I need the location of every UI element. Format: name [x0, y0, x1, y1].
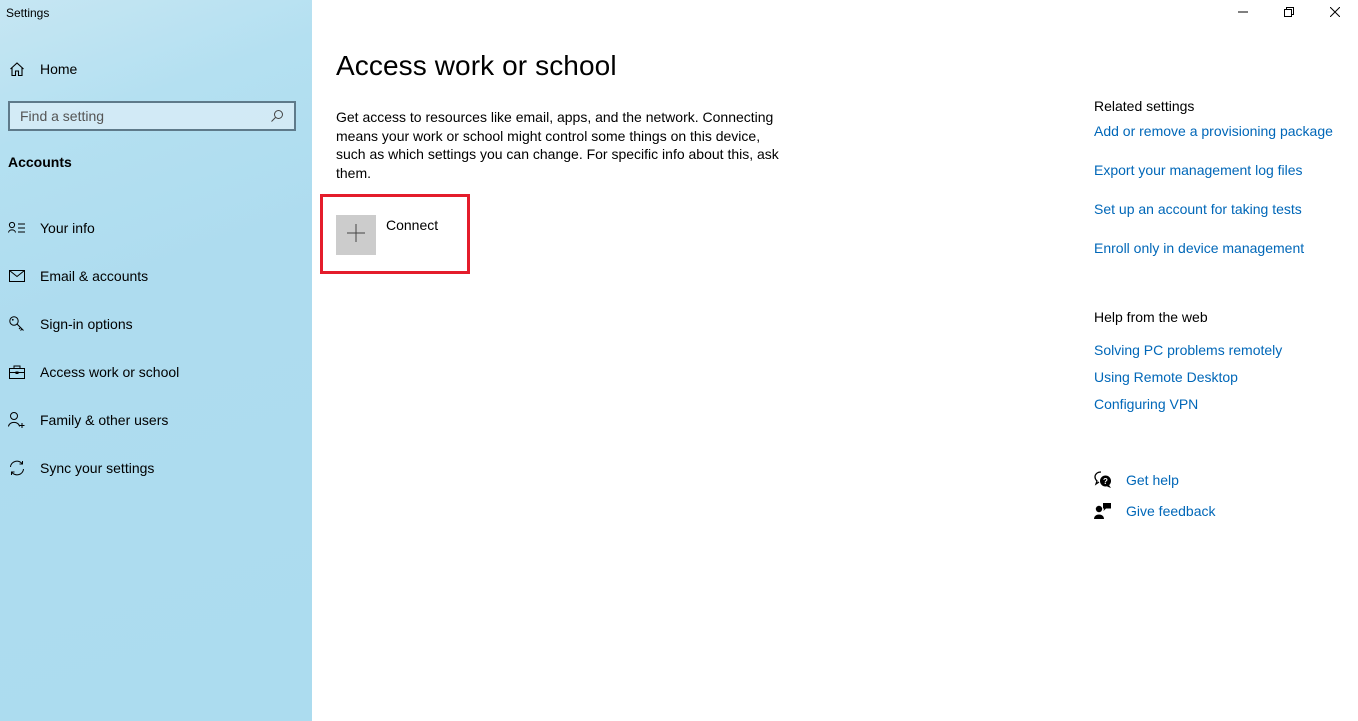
sidebar: Settings Home Accounts Your info Email &…: [0, 0, 312, 721]
sidebar-item-label: Your info: [40, 220, 95, 236]
window-controls: [1220, 0, 1358, 26]
sidebar-item-sign-in-options[interactable]: Sign-in options: [0, 300, 312, 348]
get-help-link[interactable]: ? Get help: [1094, 464, 1216, 495]
search-box[interactable]: [8, 101, 296, 131]
key-icon: [8, 315, 26, 333]
page-title: Access work or school: [336, 50, 617, 81]
briefcase-icon: [8, 363, 26, 381]
connect-button[interactable]: Connect: [336, 215, 438, 255]
give-feedback-link[interactable]: Give feedback: [1094, 495, 1216, 526]
sync-icon: [8, 459, 26, 477]
related-settings-heading: Related settings: [1094, 98, 1195, 114]
search-icon[interactable]: [270, 109, 284, 123]
sidebar-item-family-other-users[interactable]: Family & other users: [0, 396, 312, 444]
app-title: Settings: [6, 6, 50, 20]
give-feedback-icon: [1094, 502, 1112, 520]
person-list-icon: [8, 219, 26, 237]
close-button[interactable]: [1312, 0, 1358, 26]
sidebar-item-email-accounts[interactable]: Email & accounts: [0, 252, 312, 300]
sidebar-item-label: Sync your settings: [40, 460, 155, 476]
section-title: Accounts: [8, 154, 72, 170]
home-label: Home: [40, 61, 78, 77]
link-remote-desktop[interactable]: Using Remote Desktop: [1094, 369, 1354, 396]
sidebar-nav: Your info Email & accounts Sign-in optio…: [0, 204, 312, 492]
help-from-web: Help from the web Solving PC problems re…: [1094, 309, 1354, 423]
home-icon: [8, 60, 26, 78]
sidebar-item-label: Sign-in options: [40, 316, 133, 332]
sidebar-item-label: Access work or school: [40, 364, 180, 380]
give-feedback-label: Give feedback: [1126, 502, 1216, 519]
connect-tile: [336, 215, 376, 255]
close-icon: [1329, 4, 1341, 22]
link-export-management-logs[interactable]: Export your management log files: [1094, 162, 1354, 201]
main-content: Access work or school Get access to reso…: [312, 0, 1358, 721]
get-help-icon: ?: [1094, 470, 1112, 489]
sidebar-item-your-info[interactable]: Your info: [0, 204, 312, 252]
link-solving-pc-problems[interactable]: Solving PC problems remotely: [1094, 342, 1354, 369]
plus-icon: [347, 223, 365, 247]
sidebar-item-access-work-or-school[interactable]: Access work or school: [0, 348, 312, 396]
link-setup-test-account[interactable]: Set up an account for taking tests: [1094, 201, 1354, 240]
minimize-button[interactable]: [1220, 0, 1266, 26]
sidebar-item-sync-settings[interactable]: Sync your settings: [0, 444, 312, 492]
person-add-icon: [8, 411, 26, 429]
link-provisioning-package[interactable]: Add or remove a provisioning package: [1094, 123, 1354, 162]
sidebar-home[interactable]: Home: [8, 58, 77, 80]
related-settings: Related settings Add or remove a provisi…: [1094, 98, 1354, 279]
search-input[interactable]: [20, 108, 270, 124]
support-links: ? Get help Give feedback: [1094, 464, 1216, 526]
connect-label: Connect: [386, 217, 439, 233]
get-help-label: Get help: [1126, 471, 1179, 488]
sidebar-item-label: Email & accounts: [40, 268, 149, 284]
help-heading: Help from the web: [1094, 309, 1208, 325]
minimize-icon: [1238, 4, 1248, 22]
restore-button[interactable]: [1266, 0, 1312, 26]
restore-icon: [1284, 4, 1294, 22]
svg-text:?: ?: [1103, 477, 1108, 486]
page-description: Get access to resources like email, apps…: [336, 109, 779, 181]
link-enroll-device-management[interactable]: Enroll only in device management: [1094, 240, 1354, 279]
mail-icon: [8, 267, 26, 285]
sidebar-item-label: Family & other users: [40, 412, 169, 428]
link-configuring-vpn[interactable]: Configuring VPN: [1094, 396, 1354, 423]
